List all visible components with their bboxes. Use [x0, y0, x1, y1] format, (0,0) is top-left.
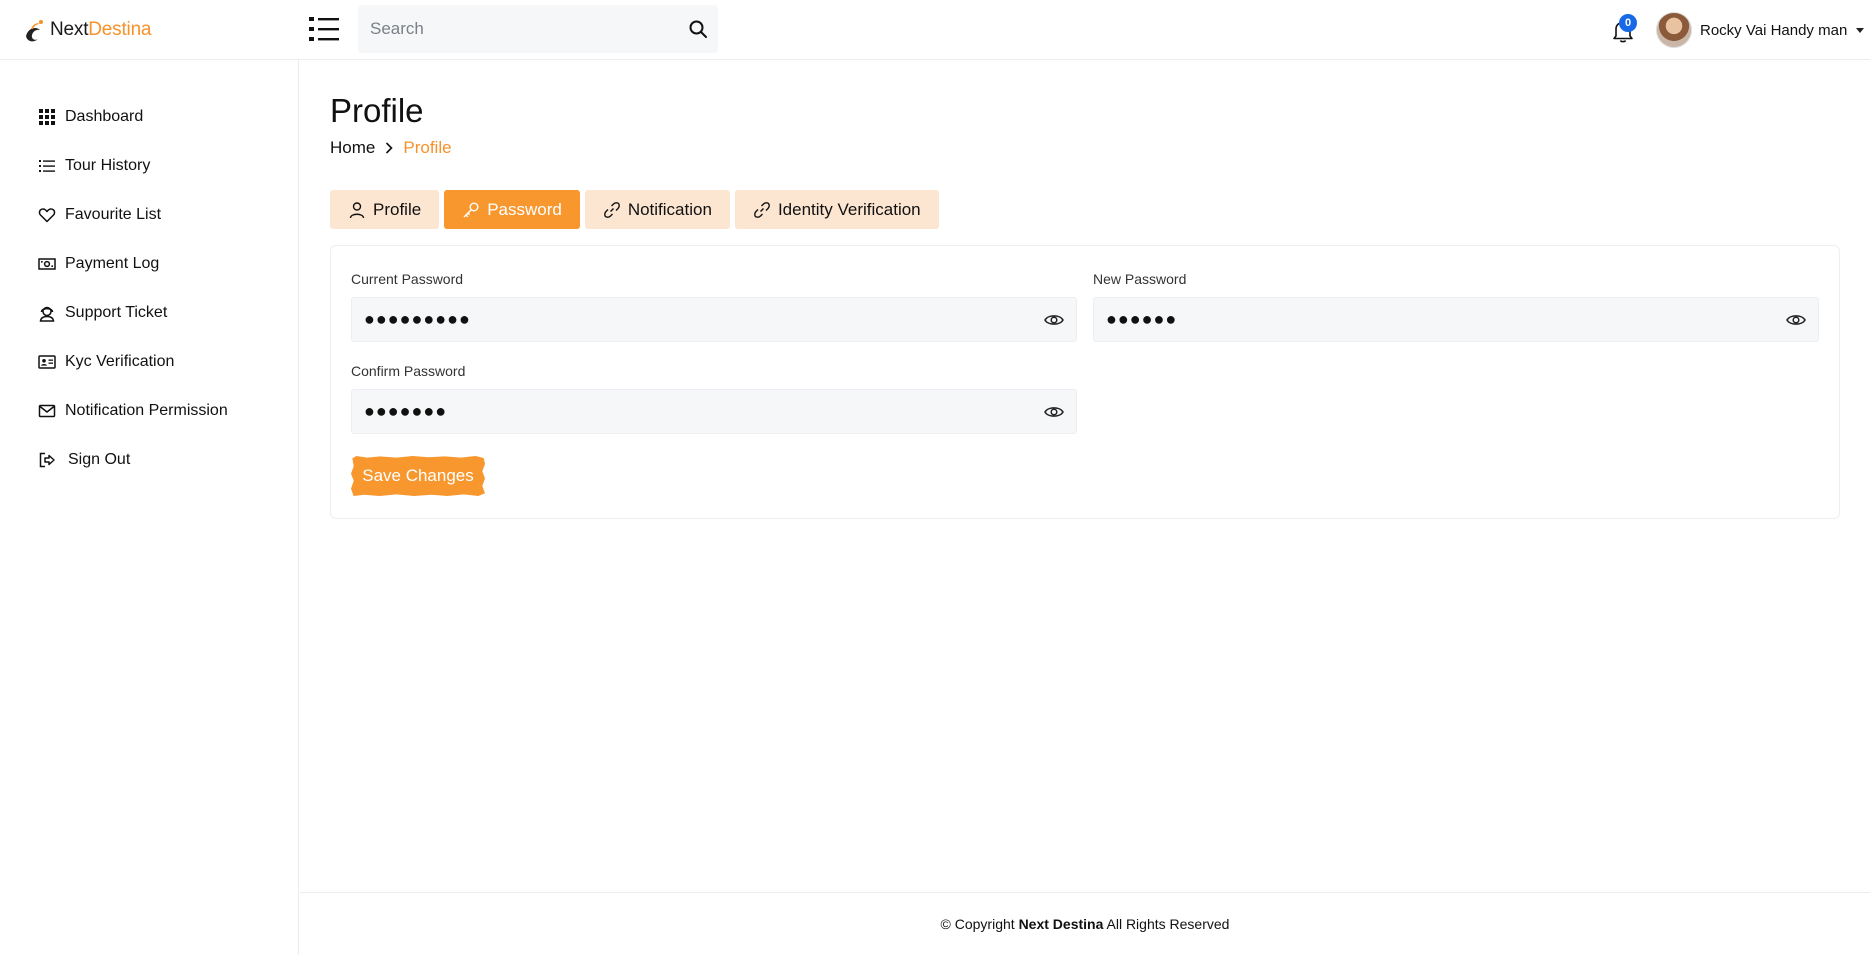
breadcrumb-current: Profile	[403, 138, 452, 157]
save-changes-button[interactable]: Save Changes	[351, 456, 485, 496]
logo-text-part1: Next	[50, 19, 89, 40]
sidebar-item-notification-permission[interactable]: Notification Permission	[38, 396, 228, 426]
search-icon[interactable]	[688, 19, 708, 39]
menu-toggle-icon[interactable]	[309, 16, 339, 42]
link-icon	[754, 201, 770, 218]
sidebar-item-dashboard[interactable]: Dashboard	[38, 102, 143, 132]
confirm-password-label: Confirm Password	[351, 363, 466, 379]
tab-label: Password	[487, 199, 562, 219]
confirm-password-field[interactable]: ●●●●●●●	[351, 389, 1077, 434]
heart-icon	[38, 208, 56, 223]
list-icon	[39, 160, 55, 172]
new-password-label: New Password	[1093, 271, 1187, 287]
footer: © Copyright Next Destina All Rights Rese…	[300, 892, 1870, 955]
password-form-card	[330, 245, 1840, 519]
top-bar: NextDestina 0 Rocky Vai Handy man	[0, 0, 1870, 60]
eye-icon[interactable]	[1044, 311, 1064, 329]
sidebar-item-label: Kyc Verification	[65, 353, 175, 370]
sidebar-item-sign-out[interactable]: Sign Out	[38, 445, 130, 475]
link-icon	[603, 201, 620, 218]
eye-icon[interactable]	[1044, 403, 1064, 421]
key-icon	[463, 202, 479, 217]
tab-notification[interactable]: Notification	[584, 190, 730, 229]
user-name: Rocky Vai Handy man	[1700, 21, 1848, 39]
envelope-icon	[38, 404, 56, 418]
avatar	[1656, 12, 1692, 48]
grid-icon	[39, 109, 55, 125]
user-menu[interactable]: Rocky Vai Handy man	[1656, 12, 1865, 48]
chevron-down-icon	[1856, 27, 1865, 33]
sign-out-icon	[39, 452, 55, 468]
current-password-value: ●●●●●●●●●	[364, 309, 471, 329]
footer-prefix: © Copyright	[940, 916, 1015, 932]
money-icon	[38, 258, 56, 270]
sidebar-item-label: Sign Out	[68, 451, 131, 468]
sidebar-item-label: Dashboard	[65, 108, 144, 125]
sidebar-item-label: Notification Permission	[65, 402, 228, 419]
id-card-icon	[38, 355, 56, 369]
search-bar	[358, 5, 718, 53]
logo[interactable]: NextDestina	[22, 16, 152, 44]
eye-icon[interactable]	[1786, 311, 1806, 329]
sidebar-item-label: Support Ticket	[65, 304, 168, 321]
new-password-value: ●●●●●●	[1106, 309, 1178, 329]
tab-label: Profile	[373, 199, 422, 219]
notification-count-badge: 0	[1619, 14, 1637, 32]
logo-icon	[26, 20, 43, 42]
sidebar-item-support-ticket[interactable]: Support Ticket	[38, 298, 167, 328]
tab-identity-verification[interactable]: Identity Verification	[734, 190, 939, 229]
sidebar-item-favourite-list[interactable]: Favourite List	[38, 200, 161, 230]
tab-password[interactable]: Password	[444, 190, 580, 229]
current-password-field[interactable]: ●●●●●●●●●	[351, 297, 1077, 342]
tab-label: Notification	[627, 199, 712, 219]
breadcrumb: Home Profile	[330, 138, 452, 158]
sidebar-item-kyc-verification[interactable]: Kyc Verification	[38, 347, 174, 377]
new-password-field[interactable]: ●●●●●●	[1093, 297, 1819, 342]
support-icon	[39, 306, 55, 322]
logo-text: NextDestina	[50, 19, 152, 41]
current-password-label: Current Password	[351, 271, 464, 287]
tab-label: Identity Verification	[777, 199, 921, 219]
footer-company: Next Destina	[1018, 916, 1104, 932]
footer-copyright: © Copyright Next Destina All Rights Rese…	[300, 916, 1870, 932]
confirm-password-value: ●●●●●●●	[364, 401, 448, 421]
search-input[interactable]	[358, 5, 678, 53]
profile-tabs: Profile Password Notification Identity V…	[330, 190, 939, 229]
breadcrumb-home-link[interactable]: Home	[330, 138, 375, 158]
logo-text-part2: Destina	[88, 19, 152, 40]
chevron-right-icon	[386, 142, 393, 154]
sidebar: Dashboard Tour History Favourite List Pa…	[0, 60, 299, 955]
sidebar-item-label: Favourite List	[65, 206, 162, 223]
sidebar-item-label: Payment Log	[65, 255, 160, 272]
page-title: Profile	[330, 92, 424, 129]
sidebar-item-tour-history[interactable]: Tour History	[38, 151, 150, 181]
sidebar-item-payment-log[interactable]: Payment Log	[38, 249, 159, 279]
tab-profile[interactable]: Profile	[330, 190, 440, 229]
footer-suffix: All Rights Reserved	[1106, 916, 1230, 932]
user-icon	[349, 201, 365, 218]
sidebar-item-label: Tour History	[65, 157, 151, 174]
